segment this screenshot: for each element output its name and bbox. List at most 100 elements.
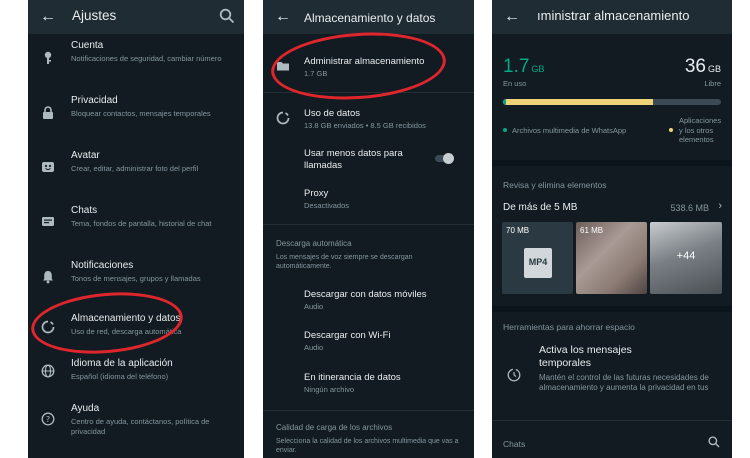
section-separator: [492, 306, 732, 312]
media-thumb-photo[interactable]: 61 MB: [576, 222, 647, 294]
proxy-title: Proxy: [304, 188, 329, 199]
legend-apps: Aplicaciones y los otros elementos: [679, 116, 722, 144]
back-arrow-icon[interactable]: ←: [274, 8, 292, 26]
chat-icon: [42, 217, 54, 226]
settings-item-help[interactable]: ? Ayuda Centro de ayuda, contáctanos, po…: [28, 401, 244, 451]
whatsapp-storage-fill: [503, 99, 506, 105]
page-title: ıministrar almacenamiento: [537, 8, 690, 23]
wifi-download-value: Audio: [304, 343, 324, 352]
data-usage-subtitle: 13.8 GB enviados • 8.5 GB recibidos: [304, 121, 426, 130]
review-header: Revisa y elimina elementos: [503, 180, 607, 190]
settings-item-title: Idioma de la aplicación: [71, 358, 173, 369]
roaming-download-title: En itinerancia de datos: [304, 372, 401, 383]
section-separator: [492, 160, 732, 166]
roaming-download-item[interactable]: En itinerancia de datos Ningún archivo: [263, 366, 474, 400]
folder-icon: [277, 62, 289, 71]
settings-item-subtitle: Bloquear contactos, mensajes temporales: [71, 109, 211, 118]
divider: [492, 420, 732, 421]
settings-item-avatar[interactable]: Avatar Crear, editar, administrar foto d…: [28, 148, 244, 198]
wifi-download-title: Descargar con Wi-Fi: [304, 330, 391, 341]
settings-item-subtitle: Notificaciones de seguridad, cambiar núm…: [71, 54, 222, 63]
less-data-calls-item[interactable]: Usar menos datos para llamadas: [263, 145, 474, 177]
used-label: En uso: [503, 79, 527, 88]
proxy-status: Desactivados: [304, 201, 350, 210]
settings-item-privacy[interactable]: Privacidad Bloquear contactos, mensajes …: [28, 93, 244, 143]
large-files-title: De más de 5 MB: [503, 202, 578, 213]
settings-item-title: Ayuda: [71, 403, 100, 414]
settings-item-account[interactable]: Cuenta Notificaciones de seguridad, camb…: [28, 38, 244, 88]
settings-item-title: Avatar: [71, 150, 100, 161]
roaming-download-value: Ningún archivo: [304, 385, 355, 394]
data-usage-item[interactable]: Uso de datos 13.8 GB enviados • 8.5 GB r…: [263, 100, 474, 140]
auto-download-header: Descarga automática: [276, 239, 352, 248]
large-files-size: 538.6 MB: [670, 203, 709, 213]
proxy-item[interactable]: Proxy Desactivados: [263, 183, 474, 217]
avatar-icon: [42, 162, 54, 172]
back-arrow-icon[interactable]: ←: [503, 8, 521, 26]
wifi-download-item[interactable]: Descargar con Wi-Fi Audio: [263, 324, 474, 358]
help-icon: ?: [41, 412, 55, 426]
manage-storage-item[interactable]: Administrar almacenamiento 1.7 GB: [263, 46, 474, 90]
settings-screen: ← Ajustes Cuenta Notificaciones de segur…: [28, 0, 244, 458]
settings-item-subtitle: Tema, fondos de pantalla, historial de c…: [71, 219, 212, 228]
settings-item-subtitle: Uso de red, descarga automática: [71, 327, 182, 336]
settings-item-subtitle: Tonos de mensajes, grupos y llamadas: [71, 274, 201, 283]
video-file-icon: MP4: [524, 248, 552, 278]
settings-item-language[interactable]: Idioma de la aplicación Español (idioma …: [28, 356, 244, 396]
settings-item-storage[interactable]: Almacenamiento y datos Uso de red, desca…: [28, 310, 244, 352]
bell-icon: [43, 271, 53, 284]
settings-item-chats[interactable]: Chats Tema, fondos de pantalla, historia…: [28, 203, 244, 253]
settings-item-title: Cuenta: [71, 40, 104, 51]
free-storage: 36 GB: [684, 56, 721, 77]
media-thumb-more[interactable]: +44: [650, 222, 722, 294]
apps-legend-dot: [669, 128, 673, 132]
media-thumb-video[interactable]: 70 MB MP4: [502, 222, 573, 294]
page-title: Almacenamiento y datos: [304, 11, 436, 25]
storage-data-header: ← Almacenamiento y datos: [263, 0, 474, 34]
back-arrow-icon[interactable]: ←: [39, 8, 57, 26]
chats-header: Chats: [503, 439, 526, 449]
manage-storage-title: Administrar almacenamiento: [304, 56, 425, 67]
tools-header: Herramientas para ahorrar espacio: [503, 322, 635, 332]
timer-icon: [507, 368, 521, 382]
settings-header: ← Ajustes: [28, 0, 244, 34]
upload-quality-description: Selecciona la calidad de los archivos mu…: [276, 438, 459, 454]
settings-item-title: Chats: [71, 205, 98, 216]
divider: [263, 92, 474, 93]
auto-download-description: Los mensajes de voz siempre se descargan…: [276, 254, 413, 270]
key-icon: [44, 51, 52, 64]
temporary-messages-item[interactable]: Activa los mensajes temporales Mantén el…: [492, 340, 732, 410]
temporary-messages-title: Activa los mensajes temporales: [539, 344, 632, 369]
whatsapp-legend-dot: [503, 128, 507, 132]
settings-item-title: Notificaciones: [71, 260, 134, 271]
globe-icon: [41, 364, 55, 378]
settings-item-title: Privacidad: [71, 95, 118, 106]
mobile-download-item[interactable]: Descargar con datos móviles Audio: [263, 283, 474, 317]
less-data-calls-title: Usar menos datos para llamadas: [304, 148, 403, 171]
manage-storage-screen: ← ıministrar almacenamiento 1.7 GB En uso…: [492, 0, 732, 458]
data-usage-icon: [276, 111, 290, 125]
storage-bar: [503, 99, 721, 105]
settings-item-subtitle: Crear, editar, administrar foto del perf…: [71, 164, 199, 173]
settings-item-title: Almacenamiento y datos: [71, 313, 181, 324]
temporary-messages-description: Mantén el control de las futuras necesid…: [539, 373, 709, 392]
data-usage-title: Uso de datos: [304, 108, 360, 119]
settings-item-notifications[interactable]: Notificaciones Tonos de mensajes, grupos…: [28, 258, 244, 308]
divider: [263, 410, 474, 411]
svg-text:?: ?: [46, 415, 50, 424]
storage-data-screen: ← Almacenamiento y datos Administrar alm…: [263, 0, 474, 458]
large-files-row[interactable]: De más de 5 MB 538.6 MB ›: [492, 196, 732, 220]
lock-icon: [43, 106, 53, 119]
search-icon[interactable]: [218, 7, 236, 25]
less-data-toggle[interactable]: [435, 153, 454, 164]
thumb-size: 70 MB: [506, 226, 530, 235]
manage-storage-size: 1.7 GB: [304, 69, 328, 78]
upload-quality-header: Calidad de carga de los archivos: [276, 423, 393, 432]
manage-storage-header: ← ıministrar almacenamiento: [492, 0, 732, 34]
mobile-download-value: Audio: [304, 302, 324, 311]
used-storage: 1.7 GB: [503, 56, 545, 77]
divider: [263, 224, 474, 225]
settings-item-subtitle: Centro de ayuda, contáctanos, política d…: [71, 417, 210, 436]
more-count: +44: [676, 250, 696, 262]
search-icon[interactable]: [707, 435, 721, 449]
